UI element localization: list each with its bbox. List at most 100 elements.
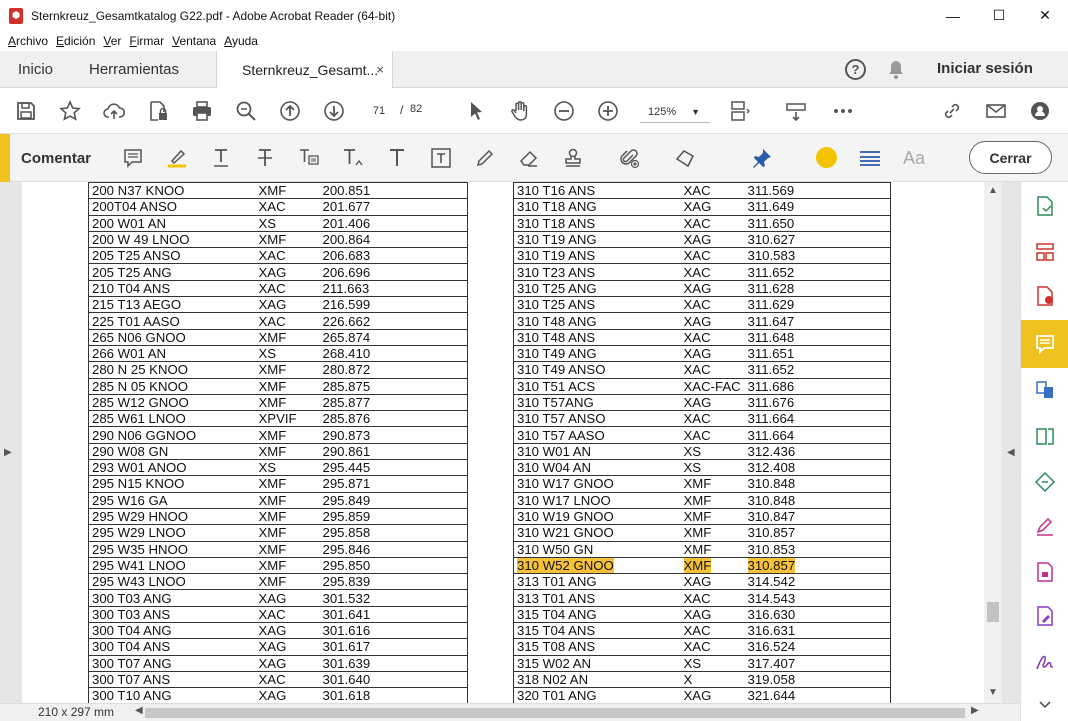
bookmark-star-icon[interactable]	[58, 99, 82, 123]
sticky-note-icon[interactable]	[121, 146, 145, 170]
line-style-icon[interactable]	[858, 146, 882, 170]
strikethrough-text-icon[interactable]	[253, 146, 277, 170]
close-comment-button[interactable]: Cerrar	[969, 141, 1052, 174]
article-number-cell: 312.408	[744, 459, 891, 477]
request-signature-icon[interactable]	[1033, 604, 1057, 628]
edit-pdf-icon[interactable]	[1033, 424, 1057, 448]
tab-close-icon[interactable]: ×	[376, 62, 384, 77]
organize-pages-icon[interactable]	[1033, 240, 1057, 264]
maximize-button[interactable]: ☐	[976, 0, 1022, 31]
add-text-icon[interactable]	[385, 146, 409, 170]
minimize-button[interactable]: —	[930, 0, 976, 31]
pin-icon[interactable]	[750, 146, 774, 170]
zoom-level-select[interactable]: 125% ▼	[640, 101, 710, 123]
vertical-scrollbar[interactable]: ▲ ▼	[984, 182, 1002, 703]
article-number-cell: 311.649	[744, 198, 891, 216]
scroll-up-icon[interactable]: ▲	[988, 185, 998, 196]
close-window-button[interactable]: ✕	[1022, 0, 1068, 31]
catalog-row: 205 T25 ANG XAG 206.696	[88, 263, 468, 281]
zoom-out-icon[interactable]	[552, 99, 576, 123]
menu-ventana[interactable]: Ventana	[172, 34, 216, 48]
shapes-icon[interactable]	[673, 146, 697, 170]
part-number-cell: 280 N 25 KNOO	[88, 361, 256, 379]
protect-icon[interactable]	[1033, 560, 1057, 584]
zoom-level-value: 125%	[648, 106, 677, 118]
highlight-text-icon[interactable]	[165, 146, 189, 170]
part-number-cell: 295 W35 HNOO	[88, 540, 256, 558]
menu-ayuda[interactable]: Ayuda	[224, 34, 258, 48]
save-icon[interactable]	[14, 99, 38, 123]
select-cursor-icon[interactable]	[464, 99, 488, 123]
document-viewport[interactable]: ▶ 200 N37 KNOO XMF 200.851 200T04 ANSO XAC 20…	[0, 182, 1020, 703]
fill-sign-icon[interactable]	[1033, 514, 1057, 538]
share-link-icon[interactable]	[940, 99, 964, 123]
article-number-cell: 301.618	[319, 687, 468, 703]
color-picker-icon[interactable]	[816, 147, 837, 168]
underline-text-icon[interactable]	[209, 146, 233, 170]
text-properties-icon[interactable]: Aa	[902, 146, 926, 170]
zoom-search-icon[interactable]	[234, 99, 258, 123]
article-number-cell: 301.641	[319, 605, 468, 624]
zoom-in-icon[interactable]	[596, 99, 620, 123]
more-tools-icon[interactable]	[831, 99, 855, 123]
create-pdf-icon[interactable]	[1033, 194, 1057, 218]
page-separator: /	[400, 103, 404, 117]
help-icon[interactable]: ?	[845, 59, 866, 80]
menu-ver[interactable]: Ver	[103, 34, 121, 48]
insert-text-icon[interactable]	[341, 146, 365, 170]
export-pdf-icon[interactable]	[1033, 284, 1057, 308]
tab-document[interactable]: Sternkreuz_Gesamt... ×	[216, 51, 393, 89]
protect-file-icon[interactable]	[146, 99, 170, 123]
replace-text-icon[interactable]	[297, 146, 321, 170]
type-code-cell: XAG	[680, 573, 745, 591]
comment-panel-icon[interactable]	[1033, 332, 1057, 356]
horizontal-scrollbar[interactable]: ◀ ▶	[133, 705, 983, 719]
type-code-cell: XAC	[255, 279, 320, 298]
acrobat-icon: ⬢	[9, 7, 23, 24]
pencil-draw-icon[interactable]	[473, 146, 497, 170]
stamp-icon[interactable]	[561, 146, 585, 170]
upload-cloud-icon[interactable]	[102, 99, 126, 123]
scroll-down-icon[interactable]: ▼	[988, 687, 998, 698]
page-number-input[interactable]: 71	[363, 101, 395, 121]
send-review-icon[interactable]	[1033, 470, 1057, 494]
email-icon[interactable]	[984, 99, 1008, 123]
type-code-cell: XMF	[255, 230, 320, 249]
right-panel-toggle-icon[interactable]: ◀	[1007, 447, 1015, 458]
part-number-cell: 320 T01 ANG	[513, 687, 681, 703]
part-number-cell: 290 W08 GN	[88, 442, 256, 461]
scroll-left-icon[interactable]: ◀	[135, 705, 143, 716]
expand-panel-icon[interactable]	[1033, 692, 1057, 716]
scroll-mode-icon[interactable]	[784, 99, 808, 123]
add-user-icon[interactable]	[1028, 99, 1052, 123]
tab-home[interactable]: Inicio	[18, 51, 53, 88]
catalog-row: 310 T48 ANG XAG 311.647	[513, 312, 891, 330]
article-number-cell: 265.874	[319, 328, 468, 346]
attach-file-icon[interactable]	[617, 146, 641, 170]
type-code-cell: XAC	[680, 328, 745, 346]
menu-edicion[interactable]: Edición	[56, 34, 95, 48]
scroll-right-icon[interactable]: ▶	[971, 705, 979, 716]
hand-tool-icon[interactable]	[508, 99, 532, 123]
menu-archivo[interactable]: Archivo	[8, 34, 48, 48]
text-box-icon[interactable]	[429, 146, 453, 170]
part-number-cell: 300 T07 ANG	[88, 654, 256, 672]
horizontal-scrollbar-thumb[interactable]	[145, 708, 965, 718]
eraser-icon[interactable]	[517, 146, 541, 170]
menu-firmar[interactable]: Firmar	[129, 34, 164, 48]
scrollbar-thumb[interactable]	[987, 602, 999, 622]
tab-tools[interactable]: Herramientas	[89, 51, 179, 88]
left-panel-toggle-icon[interactable]: ▶	[4, 447, 12, 458]
part-number-cell: 300 T07 ANS	[88, 670, 256, 689]
sign-icon[interactable]	[1033, 650, 1057, 674]
combine-files-icon[interactable]	[1033, 378, 1057, 402]
print-icon[interactable]	[190, 99, 214, 123]
type-code-cell: XAG	[680, 279, 745, 298]
previous-page-icon[interactable]	[278, 99, 302, 123]
catalog-row: 200 W01 AN XS 201.406	[88, 214, 468, 232]
next-page-icon[interactable]	[322, 99, 346, 123]
notification-bell-icon[interactable]	[887, 60, 905, 80]
type-code-cell: XPVIF	[255, 410, 320, 428]
page-display-icon[interactable]	[728, 99, 752, 123]
signin-link[interactable]: Iniciar sesión	[937, 60, 1033, 77]
